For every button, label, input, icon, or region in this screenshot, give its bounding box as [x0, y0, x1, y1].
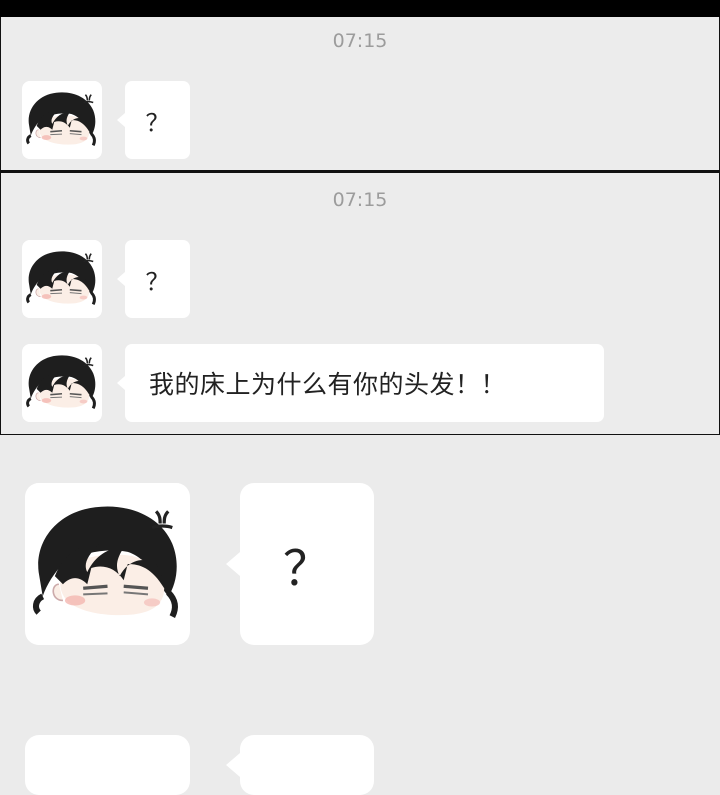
timestamp: 07:15 [332, 189, 388, 211]
anger-mark-icon [22, 81, 102, 159]
avatar-icon[interactable] [25, 483, 190, 645]
timestamp: 07:15 [332, 30, 388, 52]
message-bubble[interactable]: ？ [117, 240, 190, 318]
top-bar [0, 0, 720, 17]
chat-panel-2: 07:15 ？ 我的床上为什么有你的头发！！ [0, 171, 720, 436]
message-bubble[interactable]: ？ [226, 483, 374, 645]
chat-panel-1: 07:15 ？ [0, 17, 720, 172]
message-bubble[interactable]: 我的床上为什么有你的头发！！ [117, 344, 604, 422]
chat-panel-3: ？ [0, 435, 720, 795]
avatar-icon[interactable] [22, 240, 102, 318]
message-bubble[interactable]: ？ [117, 81, 190, 159]
avatar-icon[interactable] [25, 735, 190, 795]
message-bubble[interactable] [226, 735, 374, 795]
avatar-icon[interactable] [22, 344, 102, 422]
avatar-icon[interactable] [22, 81, 102, 159]
